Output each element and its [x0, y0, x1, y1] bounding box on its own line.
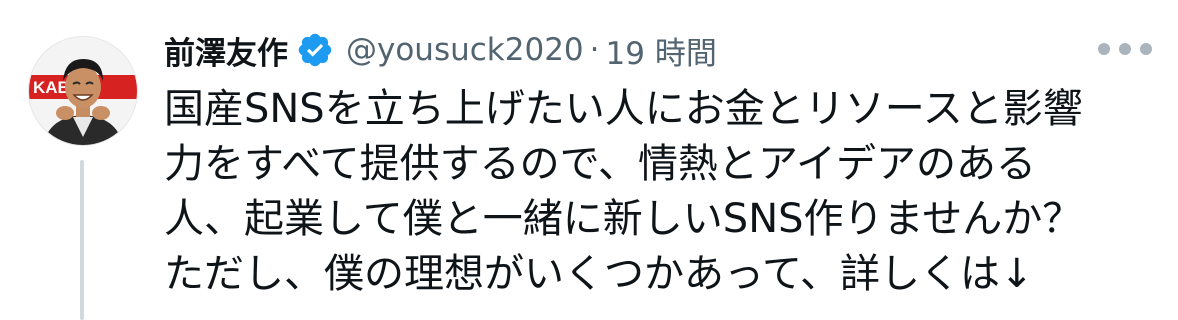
timestamp[interactable]: 19 時間	[606, 28, 717, 73]
more-dot	[1140, 43, 1152, 55]
handle[interactable]: @yousuck2020	[346, 32, 584, 68]
tweet-text-line: ただし、僕の理想がいくつかあって、詳しくは↓	[164, 251, 1034, 297]
tweet-text-line: 国産SNSを立ち上げたい人にお金とリソースと影響	[164, 86, 1083, 132]
verified-badge-icon	[296, 31, 334, 69]
tweet-text-line: 人、起業して僕と一緒に新しいSNS作りませんか？	[164, 196, 1083, 242]
avatar[interactable]: KABU&	[28, 36, 138, 146]
thread-line	[80, 160, 84, 320]
tweet[interactable]: KABU& 前澤友作 @yousuck2020 · 19 時間 国産SNSを立ち…	[0, 0, 1178, 320]
separator-dot: ·	[589, 32, 600, 68]
avatar-photo: KABU&	[29, 37, 137, 145]
tweet-header: 前澤友作 @yousuck2020 · 19 時間	[164, 24, 717, 76]
more-options-icon[interactable]	[1098, 34, 1152, 64]
more-dot	[1098, 43, 1110, 55]
tweet-text-line: 力をすべて提供するので、情熱とアイデアのある	[164, 141, 1036, 187]
tweet-text: 国産SNSを立ち上げたい人にお金とリソースと影響 力をすべて提供するので、情熱と…	[164, 82, 1154, 302]
display-name[interactable]: 前澤友作	[164, 28, 288, 73]
more-dot	[1119, 43, 1131, 55]
